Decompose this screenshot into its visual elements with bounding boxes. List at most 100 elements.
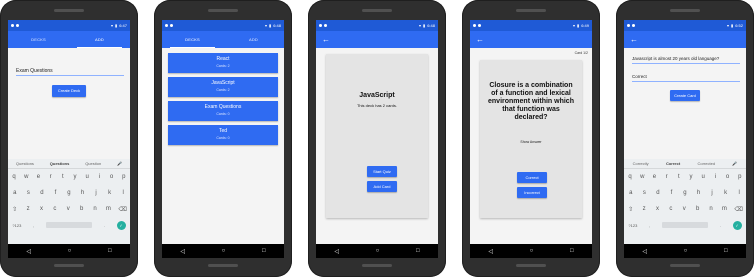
start-quiz-button[interactable]: Start Quiz bbox=[367, 166, 397, 177]
circle-home-icon[interactable]: ○ bbox=[222, 248, 226, 254]
key[interactable]: x bbox=[38, 206, 45, 212]
tab-add[interactable]: ADD bbox=[69, 31, 130, 48]
key[interactable]: j bbox=[709, 190, 716, 196]
key[interactable]: p bbox=[120, 174, 127, 180]
triangle-back-icon[interactable]: ◁ bbox=[180, 248, 185, 255]
key[interactable]: l bbox=[120, 190, 127, 196]
arrow-left-icon[interactable]: ← bbox=[624, 31, 638, 48]
key[interactable]: p bbox=[736, 174, 743, 180]
key[interactable]: m bbox=[105, 206, 112, 212]
key[interactable]: t bbox=[59, 174, 66, 180]
circle-home-icon[interactable]: ○ bbox=[68, 248, 72, 254]
key[interactable]: g bbox=[65, 190, 72, 196]
add-card-button[interactable]: Add Card bbox=[367, 181, 397, 192]
key[interactable]: b bbox=[78, 206, 85, 212]
tab-decks[interactable]: DECKS bbox=[162, 31, 223, 48]
key[interactable]: i bbox=[96, 174, 103, 180]
enter-key[interactable]: ✓ bbox=[116, 220, 126, 230]
square-recents-icon[interactable]: □ bbox=[724, 248, 728, 254]
key[interactable]: e bbox=[35, 174, 42, 180]
deck-card[interactable]: Ted Cards: 0 bbox=[168, 125, 278, 145]
symbols-key[interactable]: ?123 bbox=[12, 223, 21, 228]
suggestion[interactable]: Corrected bbox=[697, 161, 715, 166]
create-card-button[interactable]: Create Card bbox=[670, 90, 700, 101]
key[interactable]: x bbox=[654, 206, 661, 212]
key[interactable]: r bbox=[663, 174, 670, 180]
correct-button[interactable]: Correct bbox=[517, 172, 547, 183]
deck-card[interactable]: React Cards: 2 bbox=[168, 53, 278, 73]
shift-key[interactable]: ⇧ bbox=[11, 206, 18, 213]
key[interactable]: f bbox=[52, 190, 59, 196]
mic-icon[interactable]: 🎤 bbox=[732, 161, 737, 166]
key[interactable]: q bbox=[627, 174, 634, 180]
deck-title-input[interactable]: Exam Questions bbox=[16, 68, 124, 76]
enter-key[interactable]: ✓ bbox=[732, 220, 742, 230]
suggestion[interactable]: Question bbox=[85, 161, 101, 166]
key[interactable]: b bbox=[694, 206, 701, 212]
create-deck-button[interactable]: Create Deck bbox=[52, 85, 86, 97]
key[interactable]: o bbox=[108, 174, 115, 180]
key[interactable]: t bbox=[675, 174, 682, 180]
key[interactable]: f bbox=[668, 190, 675, 196]
key[interactable]: c bbox=[667, 206, 674, 212]
square-recents-icon[interactable]: □ bbox=[570, 248, 574, 254]
key[interactable]: w bbox=[639, 174, 646, 180]
key[interactable]: y bbox=[72, 174, 79, 180]
square-recents-icon[interactable]: □ bbox=[416, 248, 420, 254]
key[interactable]: e bbox=[651, 174, 658, 180]
triangle-back-icon[interactable]: ◁ bbox=[334, 248, 339, 255]
key[interactable]: d bbox=[654, 190, 661, 196]
key[interactable]: v bbox=[681, 206, 688, 212]
square-recents-icon[interactable]: □ bbox=[262, 248, 266, 254]
comma-key[interactable]: , bbox=[646, 223, 653, 228]
backspace-key[interactable]: ⌫ bbox=[734, 206, 742, 213]
key[interactable]: a bbox=[627, 190, 634, 196]
key[interactable]: r bbox=[47, 174, 54, 180]
space-key[interactable] bbox=[45, 222, 92, 228]
key[interactable]: s bbox=[641, 190, 648, 196]
comma-key[interactable]: , bbox=[30, 223, 37, 228]
key[interactable]: c bbox=[51, 206, 58, 212]
suggestion[interactable]: Questions bbox=[50, 161, 70, 166]
deck-card[interactable]: JavaScript Cards: 2 bbox=[168, 77, 278, 97]
triangle-back-icon[interactable]: ◁ bbox=[642, 248, 647, 255]
space-key[interactable] bbox=[661, 222, 708, 228]
key[interactable]: z bbox=[25, 206, 32, 212]
suggestion[interactable]: Questions bbox=[16, 161, 34, 166]
key[interactable]: k bbox=[106, 190, 113, 196]
key[interactable]: g bbox=[681, 190, 688, 196]
incorrect-button[interactable]: Incorrect bbox=[517, 187, 547, 198]
key[interactable]: i bbox=[712, 174, 719, 180]
key[interactable]: z bbox=[641, 206, 648, 212]
key[interactable]: d bbox=[38, 190, 45, 196]
deck-card[interactable]: Exam Questions Cards: 0 bbox=[168, 101, 278, 121]
symbols-key[interactable]: ?123 bbox=[628, 223, 637, 228]
shift-key[interactable]: ⇧ bbox=[627, 206, 634, 213]
mic-icon[interactable]: 🎤 bbox=[117, 161, 122, 166]
key[interactable]: n bbox=[708, 206, 715, 212]
key[interactable]: q bbox=[11, 174, 18, 180]
key[interactable]: o bbox=[724, 174, 731, 180]
question-input[interactable]: Javascript is almost 20 years old langua… bbox=[632, 56, 740, 64]
key[interactable]: v bbox=[65, 206, 72, 212]
key[interactable]: u bbox=[700, 174, 707, 180]
answer-input[interactable]: Correct bbox=[632, 74, 740, 82]
key[interactable]: m bbox=[721, 206, 728, 212]
suggestion[interactable]: Correctly bbox=[633, 161, 649, 166]
period-key[interactable]: . bbox=[717, 223, 724, 228]
arrow-left-icon[interactable]: ← bbox=[316, 31, 330, 48]
suggestion[interactable]: Correct bbox=[666, 161, 680, 166]
tab-add[interactable]: ADD bbox=[223, 31, 284, 48]
key[interactable]: w bbox=[23, 174, 30, 180]
key[interactable]: j bbox=[93, 190, 100, 196]
circle-home-icon[interactable]: ○ bbox=[684, 248, 688, 254]
tab-decks[interactable]: DECKS bbox=[8, 31, 69, 48]
arrow-left-icon[interactable]: ← bbox=[470, 31, 484, 48]
key[interactable]: u bbox=[84, 174, 91, 180]
key[interactable]: l bbox=[736, 190, 743, 196]
backspace-key[interactable]: ⌫ bbox=[118, 206, 126, 213]
key[interactable]: k bbox=[722, 190, 729, 196]
square-recents-icon[interactable]: □ bbox=[108, 248, 112, 254]
key[interactable]: y bbox=[688, 174, 695, 180]
key[interactable]: h bbox=[79, 190, 86, 196]
